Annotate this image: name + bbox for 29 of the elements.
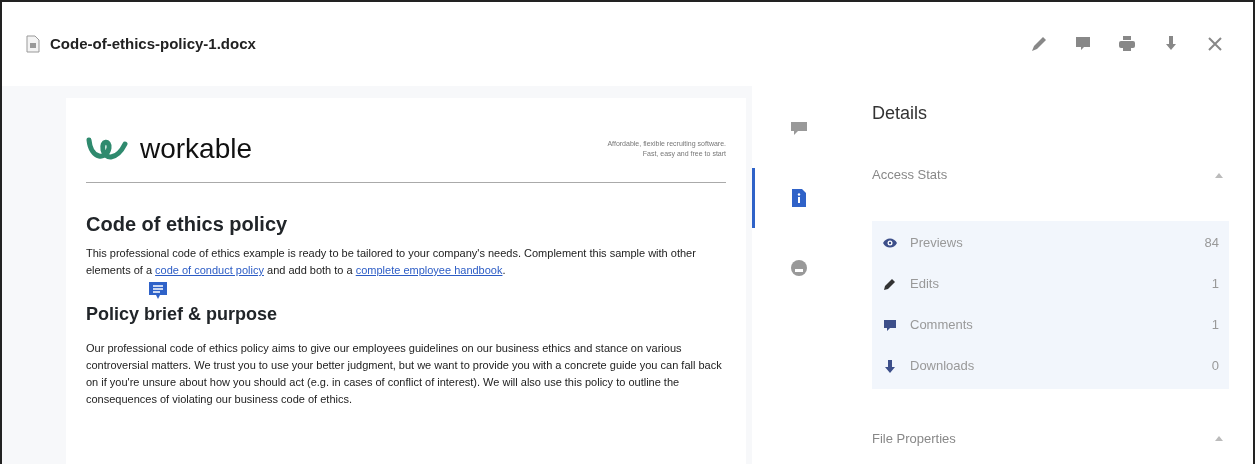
section-heading: Policy brief & purpose <box>86 303 279 326</box>
section-header[interactable]: File Properties <box>872 428 1229 448</box>
stat-label: Comments <box>910 316 974 335</box>
stat-count: 84 <box>1204 234 1219 253</box>
panel-title: Details <box>872 102 929 125</box>
collapse-caret-icon <box>1215 171 1223 178</box>
text-link[interactable]: code of conduct policy <box>155 264 264 276</box>
intro-paragraph: This professional code of ethics example is ready to be tailored to your company's needs. Complement this sample with other elements of a code of conduct policy and add both to a complete employee handbook. <box>86 246 697 278</box>
stat-label: Previews <box>910 234 964 253</box>
body-paragraph: Our professional code of ethics policy aims to give our employees guidelines on our business ethics and stance on various controversial matters. We trust you to use your better judgment, but we want to provide you with a concrete guide you can fall back on if you're unsure about how you should act (e.g. in cases of conflict of interest). We will also use this policy to outline the consequences of violating our business code of ethics. <box>86 341 723 407</box>
document-heading: Code of ethics policy <box>86 212 289 237</box>
stat-count: 1 <box>1211 316 1219 335</box>
collapse-caret-icon <box>1215 435 1223 442</box>
pencil-icon <box>882 277 898 291</box>
stat-label: Downloads <box>910 357 976 376</box>
brand-name: workable <box>140 132 253 166</box>
stat-label: Edits <box>910 275 940 294</box>
comment-marker-icon[interactable] <box>148 281 168 301</box>
download-icon <box>882 359 898 373</box>
comment-icon <box>882 318 898 332</box>
print-icon <box>1117 34 1137 54</box>
pencil-icon <box>1029 34 1049 54</box>
document-title: Code-of-ethics-policy-1.docx <box>50 33 256 54</box>
stat-count: 0 <box>1211 357 1219 376</box>
document-file-icon <box>26 35 40 53</box>
section-header[interactable]: Access Stats <box>872 165 1229 185</box>
eye-icon <box>882 236 898 250</box>
stat-count: 1 <box>1211 275 1219 294</box>
circle-icon <box>788 258 809 278</box>
